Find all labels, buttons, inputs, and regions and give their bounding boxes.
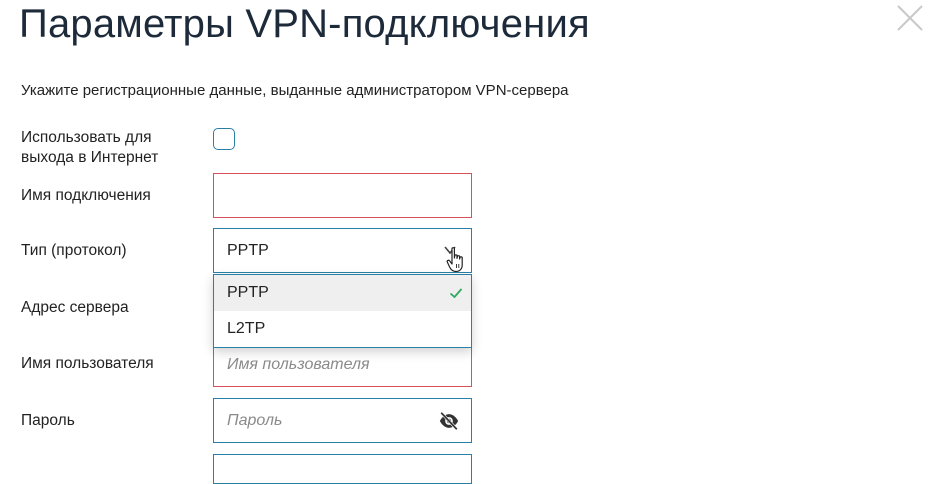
password-label: Пароль	[21, 412, 75, 429]
password-placeholder: Пароль	[227, 412, 283, 429]
eye-slash-icon[interactable]	[438, 410, 460, 432]
protocol-option-l2tp[interactable]: L2TP	[214, 311, 471, 347]
connection-name-input[interactable]	[213, 173, 472, 218]
protocol-dropdown: PPTP L2TP	[213, 274, 472, 348]
protocol-option-label: PPTP	[227, 284, 269, 301]
protocol-selected-value: PPTP	[227, 242, 269, 259]
use-internet-checkbox[interactable]	[213, 128, 235, 150]
connection-name-label: Имя подключения	[21, 187, 151, 204]
checkmark-icon	[449, 288, 463, 299]
server-address-label: Адрес сервера	[21, 299, 129, 316]
dialog-subtitle: Укажите регистрационные данные, выданные…	[21, 82, 569, 99]
close-icon[interactable]	[895, 3, 925, 33]
password-input[interactable]: Пароль	[213, 398, 472, 443]
next-field-input[interactable]	[213, 454, 472, 484]
use-internet-label: Использовать для выхода в Интернет	[21, 129, 159, 166]
username-placeholder: Имя пользователя	[227, 356, 370, 373]
protocol-label: Тип (протокол)	[21, 242, 127, 259]
protocol-option-label: L2TP	[227, 320, 266, 337]
hand-cursor-icon	[446, 247, 463, 273]
dialog-title: Параметры VPN-подключения	[19, 2, 590, 46]
protocol-select[interactable]: PPTP	[213, 228, 472, 273]
username-input[interactable]: Имя пользователя	[213, 342, 472, 387]
username-label: Имя пользователя	[21, 355, 154, 372]
protocol-option-pptp[interactable]: PPTP	[214, 275, 471, 311]
